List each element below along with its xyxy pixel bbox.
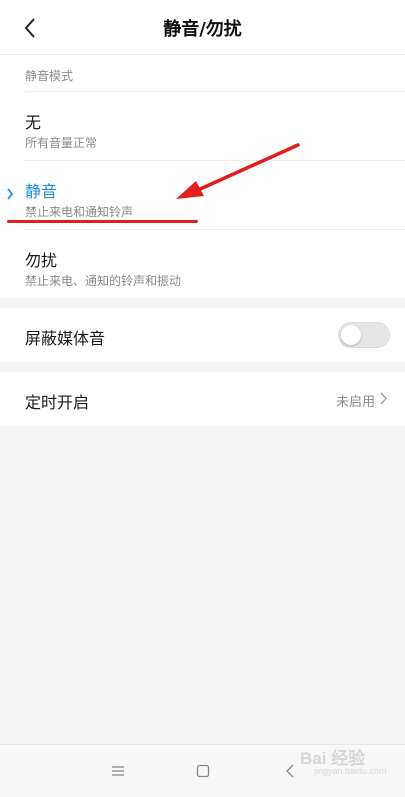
media-mute-label: 屏蔽媒体音 <box>25 329 106 348</box>
menu-icon <box>112 766 124 776</box>
app-header: 静音/勿扰 <box>0 0 405 55</box>
schedule-row[interactable]: 定时开启 未启用 <box>0 372 405 426</box>
chevron-right-icon <box>380 392 387 405</box>
option-silent[interactable]: 静音 禁止来电和通知铃声 <box>0 161 405 229</box>
menu-button[interactable] <box>106 759 130 783</box>
option-subtitle: 禁止来电、通知的铃声和振动 <box>25 274 182 288</box>
baidu-watermark: Bai 经验 jingyan.baidu.com <box>300 742 400 782</box>
option-title: 静音 <box>25 182 58 201</box>
schedule-label: 定时开启 <box>25 393 90 412</box>
annotation-underline <box>7 220 198 223</box>
watermark-url: jingyan.baidu.com <box>314 766 387 776</box>
option-title: 勿扰 <box>25 251 58 270</box>
chevron-right-icon <box>7 188 14 200</box>
home-button[interactable] <box>191 759 215 783</box>
toggle-knob <box>341 325 361 345</box>
media-mute-toggle[interactable] <box>338 322 390 348</box>
option-do-not-disturb[interactable]: 勿扰 禁止来电、通知的铃声和振动 <box>0 230 405 298</box>
page-title: 静音/勿扰 <box>163 19 242 40</box>
option-subtitle: 所有音量正常 <box>25 136 98 150</box>
option-none[interactable]: 无 所有音量正常 <box>0 92 405 160</box>
back-triangle-icon <box>286 764 294 778</box>
nav-back-button[interactable] <box>278 759 302 783</box>
square-home-icon <box>196 764 210 778</box>
silent-mode-card: 静音模式 无 所有音量正常 静音 禁止来电和通知铃声 勿扰 禁止来电、通知的铃声… <box>0 55 405 298</box>
option-title: 无 <box>25 113 42 132</box>
section-label: 静音模式 <box>25 69 74 83</box>
option-subtitle: 禁止来电和通知铃声 <box>25 205 134 219</box>
media-mute-row[interactable]: 屏蔽媒体音 <box>0 308 405 362</box>
schedule-status: 未启用 <box>335 395 375 410</box>
